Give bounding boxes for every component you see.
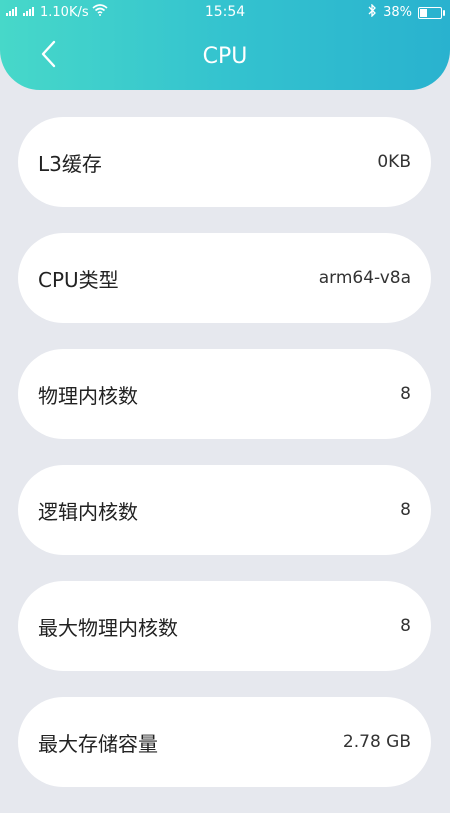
status-bar: 1.10K/s 15:54 38% [0,0,450,24]
battery-fill [420,8,427,17]
list-item-max-physical-cores: 最大物理内核数 8 [18,581,431,671]
item-label: L3缓存 [38,151,102,176]
list-item-cpu-type: CPU类型 arm64-v8a [18,233,431,323]
item-label: 最大存储容量 [38,731,158,756]
item-label: 物理内核数 [38,383,138,408]
battery-icon [418,6,445,19]
header-bar: 1.10K/s 15:54 38% CPU [0,0,450,90]
item-value: arm64-v8a [318,268,411,288]
item-label: CPU类型 [38,267,119,292]
info-list: L3缓存 0KB CPU类型 arm64-v8a 物理内核数 8 逻辑内核数 8… [18,117,431,813]
list-item-l3-cache: L3缓存 0KB [18,117,431,207]
item-value: 2.78 GB [342,732,411,752]
list-item-max-storage: 最大存储容量 2.78 GB [18,697,431,787]
item-label: 逻辑内核数 [38,499,138,524]
item-value: 8 [400,500,411,520]
list-item-logical-cores: 逻辑内核数 8 [18,465,431,555]
item-label: 最大物理内核数 [38,615,178,640]
item-value: 8 [400,616,411,636]
bluetooth-icon [367,3,377,21]
page-title: CPU [202,44,248,69]
item-value: 8 [400,384,411,404]
item-value: 0KB [377,152,411,172]
battery-percent: 38% [383,5,412,20]
status-right: 38% [367,3,445,21]
list-item-physical-cores: 物理内核数 8 [18,349,431,439]
